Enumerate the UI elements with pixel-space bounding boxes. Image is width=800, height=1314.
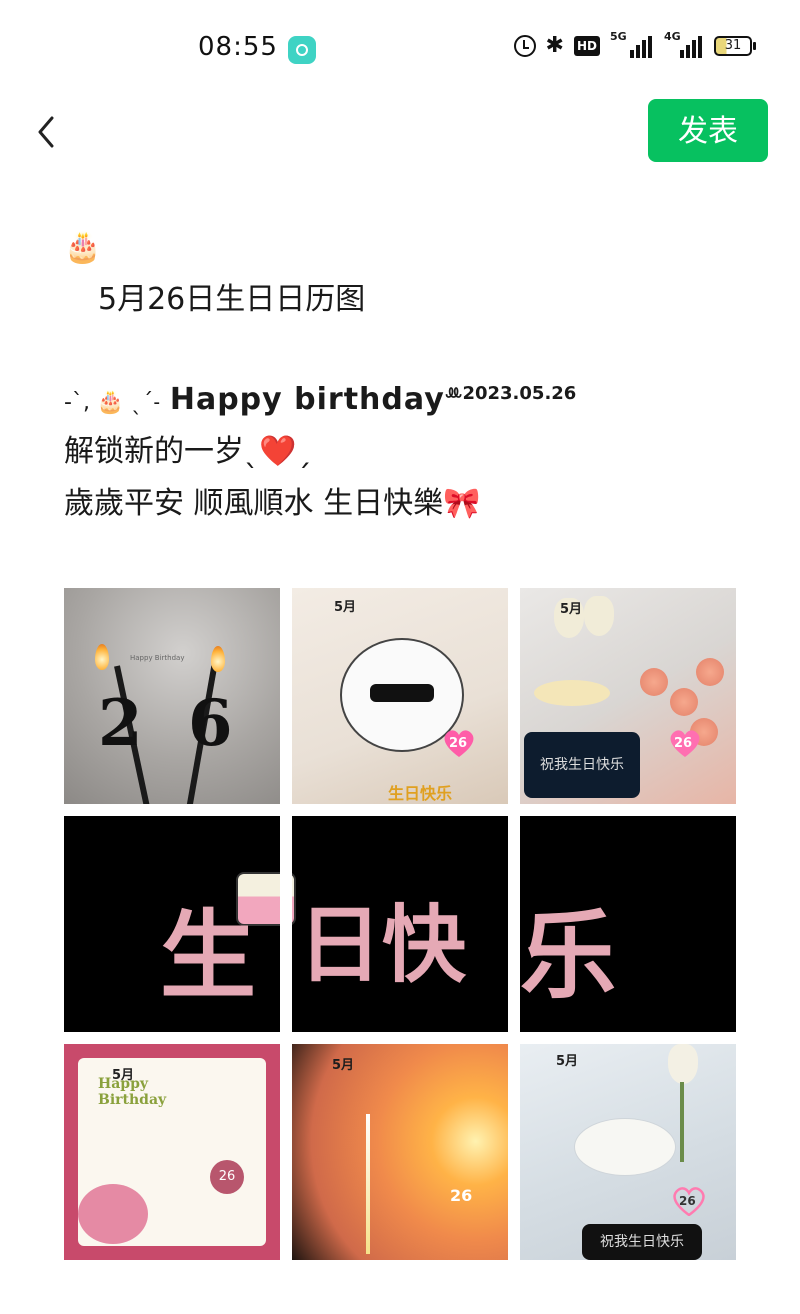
highlight-day: 26 — [450, 1186, 473, 1205]
image-grid: 2 6 Happy Birthday 5月 26 生日快乐 5月 祝我生日快乐 … — [64, 588, 736, 1260]
image-thumbnail-6[interactable]: 乐 — [520, 816, 736, 1032]
cake-icon — [574, 1118, 676, 1176]
status-time: 08:55 — [198, 32, 278, 62]
flame-icon — [95, 644, 109, 670]
image-thumbnail-2[interactable]: 5月 26 生日快乐 — [292, 588, 508, 804]
photo-caption: Happy Birthday — [130, 654, 185, 662]
image-thumbnail-8[interactable]: 5月 26 — [292, 1044, 508, 1260]
brush-lettering: 日快 — [298, 895, 467, 994]
candle-number-left: 2 — [98, 686, 143, 761]
brush-lettering: 乐 — [520, 899, 616, 1012]
image-thumbnail-1[interactable]: 2 6 Happy Birthday — [64, 588, 280, 804]
image-thumbnail-4[interactable]: 生 — [64, 816, 280, 1032]
decoration-mark: ꔛ — [444, 383, 463, 404]
calendar-month: 5月 — [560, 602, 583, 617]
decoration-prefix: -`, 🎂 ˎˊ˗ — [64, 390, 161, 415]
happy-birthday-text: Happy birthday — [169, 382, 445, 417]
status-bar: 08:55 ✱ HD 5G 4G 31 — [0, 0, 800, 100]
hd-badge: HD — [573, 36, 600, 56]
chevron-left-icon — [38, 116, 54, 148]
post-line-1: 解锁新的一岁ˎ❤️ˏ — [64, 434, 312, 469]
highlight-day: 26 — [210, 1160, 244, 1194]
highlight-day: 26 — [679, 1194, 696, 1208]
post-line-2: 歲歲平安 顺風順水 生日快樂🎀 — [64, 486, 481, 521]
candle-number-right: 6 — [188, 686, 233, 761]
sunglasses-icon — [370, 684, 434, 702]
battery-icon: 31 — [714, 36, 756, 56]
highlight-day: 26 — [449, 736, 468, 751]
calendar-title: Happy Birthday — [98, 1076, 167, 1108]
tile-footer-text: 生日快乐 — [388, 784, 453, 803]
bluetooth-icon: ✱ — [545, 33, 564, 58]
back-button[interactable] — [28, 112, 68, 152]
status-icons: ✱ HD 5G 4G 31 — [513, 30, 756, 58]
alarm-icon — [513, 35, 536, 57]
sparkler-icon — [366, 1114, 370, 1254]
happy-birthday-line: -`, 🎂 ˎˊ˗ Happy birthdayꔛ2023.05.26 — [64, 378, 744, 426]
signal-5g-icon: 5G — [610, 30, 654, 58]
bear-icon — [78, 1184, 148, 1244]
image-thumbnail-7[interactable]: 5月 Happy Birthday 26 — [64, 1044, 280, 1260]
calendar-month: 5月 — [332, 1058, 355, 1073]
calendar-month: 5月 — [334, 600, 357, 615]
cake-icon — [534, 680, 610, 706]
calendar-month: 5月 — [556, 1054, 579, 1069]
post-title-line: 5月26日生日日历图 — [98, 282, 366, 317]
image-thumbnail-3[interactable]: 5月 祝我生日快乐 26 — [520, 588, 736, 804]
flame-icon — [211, 646, 225, 672]
image-thumbnail-9[interactable]: 5月 26 祝我生日快乐 — [520, 1044, 736, 1260]
app-notification-icon — [288, 36, 316, 64]
phone-screen: 祝我生日快乐 — [524, 732, 640, 798]
publish-button[interactable]: 发表 — [648, 99, 768, 162]
image-thumbnail-5[interactable]: 日快 — [292, 816, 508, 1032]
cake-emoji: 🎂 — [64, 230, 102, 265]
birthday-date: 2023.05.26 — [462, 383, 577, 404]
phone-screen: 祝我生日快乐 — [582, 1224, 702, 1260]
signal-4g-icon: 4G — [664, 30, 704, 58]
post-text-editor[interactable]: 🎂 5月26日生日日历图 -`, 🎂 ˎˊ˗ Happy birthdayꔛ20… — [64, 226, 744, 530]
brush-lettering: 生 — [160, 899, 256, 1012]
highlight-day: 26 — [674, 736, 693, 751]
